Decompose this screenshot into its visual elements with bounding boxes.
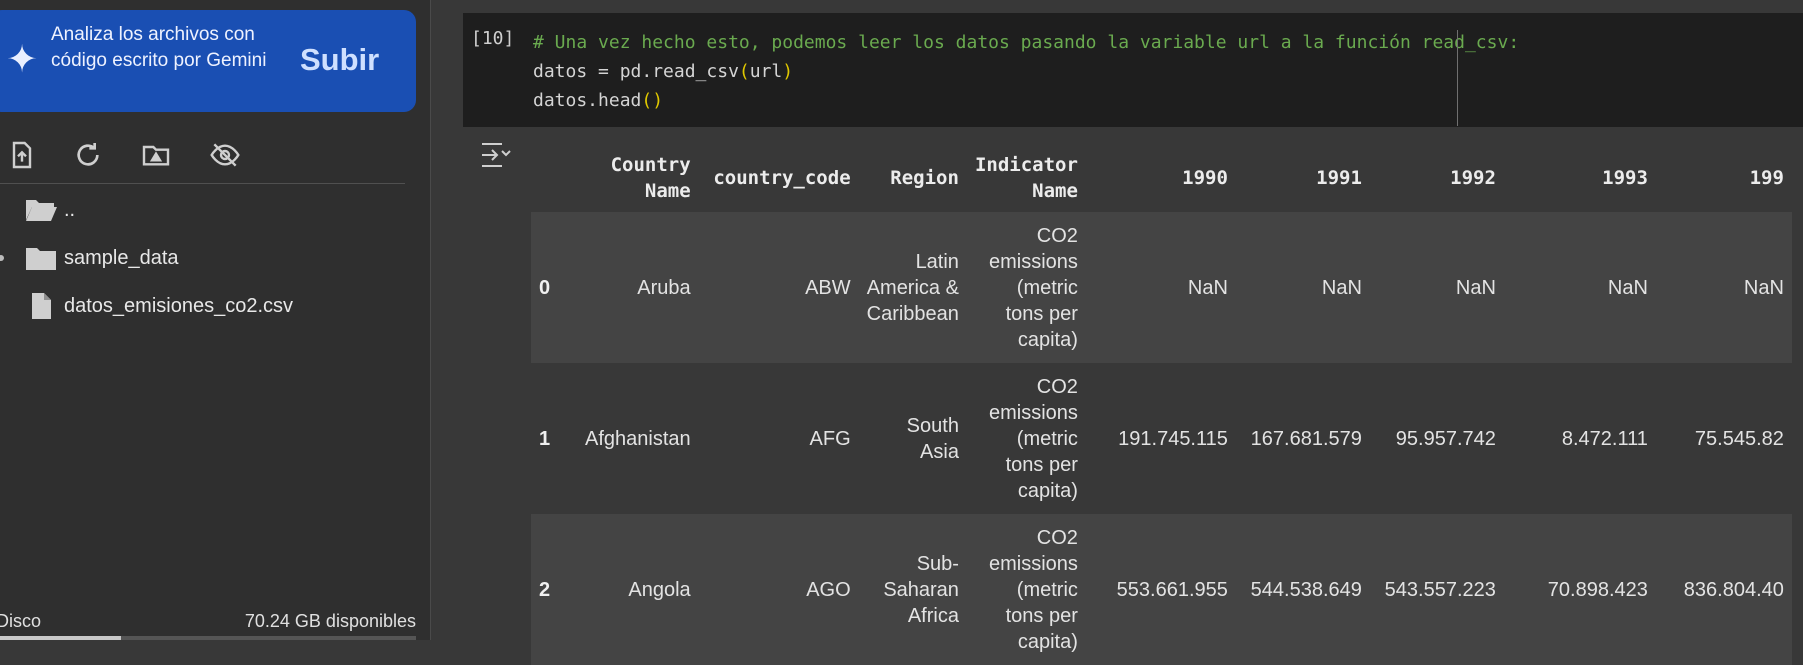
gemini-sparkle-icon: ✦ (6, 39, 38, 81)
column-header: Country Name (577, 144, 699, 212)
table-cell: 553.661.955 (1085, 514, 1236, 665)
column-header: country_code (698, 144, 859, 212)
table-cell: CO2 emissions (metric tons per capita) (966, 212, 1086, 363)
code-text: url (749, 61, 783, 82)
table-cell: AGO (698, 514, 859, 665)
upload-button[interactable]: Subir (300, 42, 379, 78)
file-item-parent-folder[interactable]: .. (0, 190, 420, 230)
code-paren: ) (782, 61, 794, 82)
table-cell: 191.745.115 (1085, 363, 1236, 514)
table-cell: Aruba (577, 212, 699, 363)
column-header: 199 (1655, 144, 1792, 212)
column-header: 1992 (1369, 144, 1504, 212)
code-paren: () (641, 90, 664, 111)
table-cell: 543.557.223 (1369, 514, 1504, 665)
file-toolbar (0, 135, 405, 175)
gemini-banner-text: Analiza los archivos con código escrito … (51, 24, 267, 71)
table-cell: South Asia (858, 363, 967, 514)
disk-usage: Disco 70.24 GB disponibles (0, 605, 430, 640)
table-cell: 75.545.82 (1655, 363, 1792, 514)
table-cell: 8.472.111 (1503, 363, 1656, 514)
table-cell: Sub-Saharan Africa (858, 514, 967, 665)
table-cell: 70.898.423 (1503, 514, 1656, 665)
table-cell: NaN (1369, 212, 1504, 363)
row-index: 0 (531, 212, 577, 363)
table-cell: ABW (698, 212, 859, 363)
file-item-label: datos_emisiones_co2.csv (64, 295, 294, 317)
table-cell: NaN (1235, 212, 1370, 363)
table-cell: 95.957.742 (1369, 363, 1504, 514)
file-item-label: .. (64, 199, 76, 221)
file-item-label: sample_data (64, 247, 179, 269)
code-line-3: datos.head() (533, 90, 663, 111)
column-header: 1991 (1235, 144, 1370, 212)
file-item-datos-emisiones[interactable]: datos_emisiones_co2.csv (0, 286, 420, 326)
dataframe-table: Country Name country_code Region Indicat… (531, 144, 1792, 665)
table-row: 0 Aruba ABW Latin America & Caribbean CO… (531, 212, 1792, 363)
table-cell: Latin America & Caribbean (858, 212, 967, 363)
table-cell: Afghanistan (577, 363, 699, 514)
mount-drive-icon[interactable] (136, 135, 176, 175)
hide-files-icon[interactable] (205, 135, 245, 175)
code-comment: # Una vez hecho esto, podemos leer los d… (533, 32, 1520, 53)
table-row: 1 Afghanistan AFG South Asia CO2 emissio… (531, 363, 1792, 514)
table-cell: 836.804.40 (1655, 514, 1792, 665)
text-cursor (1457, 30, 1458, 126)
table-header-row: Country Name country_code Region Indicat… (531, 144, 1792, 212)
folder-icon (26, 248, 56, 270)
table-cell: NaN (1655, 212, 1792, 363)
table-cell: Angola (577, 514, 699, 665)
table-cell: NaN (1085, 212, 1236, 363)
disk-meter-fill (0, 636, 121, 640)
expand-arrow-icon[interactable] (0, 255, 4, 261)
code-paren: ( (738, 61, 750, 82)
execution-count: [10] (471, 28, 515, 49)
table-row: 2 Angola AGO Sub-Saharan Africa CO2 emis… (531, 514, 1792, 665)
refresh-icon[interactable] (68, 135, 108, 175)
table-cell: 544.538.649 (1235, 514, 1370, 665)
code-text: datos.head (533, 90, 642, 111)
column-header: Indicator Name (966, 144, 1086, 212)
code-text: datos = pd.read_csv (533, 61, 739, 82)
table-cell: CO2 emissions (metric tons per capita) (966, 514, 1086, 665)
gemini-banner[interactable]: ✦ Analiza los archivos con código escrit… (0, 10, 416, 112)
file-browser-sidebar: ✦ Analiza los archivos con código escrit… (0, 0, 431, 640)
table-cell: AFG (698, 363, 859, 514)
disk-label: Disco (0, 611, 42, 631)
output-actions-icon[interactable] (478, 138, 514, 172)
column-header: 1990 (1085, 144, 1236, 212)
folder-open-icon (26, 200, 57, 221)
column-header: 1993 (1503, 144, 1656, 212)
file-icon (32, 293, 51, 319)
table-cell: NaN (1503, 212, 1656, 363)
row-index: 1 (531, 363, 577, 514)
column-header (531, 144, 577, 212)
table-cell: CO2 emissions (metric tons per capita) (966, 363, 1086, 514)
row-index: 2 (531, 514, 577, 665)
disk-free-space: 70.24 GB disponibles (244, 611, 416, 631)
table-cell: 167.681.579 (1235, 363, 1370, 514)
column-header: Region (858, 144, 967, 212)
file-item-sample-data[interactable]: sample_data (0, 238, 420, 278)
sidebar-divider (0, 183, 405, 184)
upload-file-icon[interactable] (2, 135, 42, 175)
disk-meter (0, 636, 416, 640)
code-editor[interactable]: # Una vez hecho esto, podemos leer los d… (533, 28, 1519, 115)
code-line-2: datos = pd.read_csv(url) (533, 61, 793, 82)
